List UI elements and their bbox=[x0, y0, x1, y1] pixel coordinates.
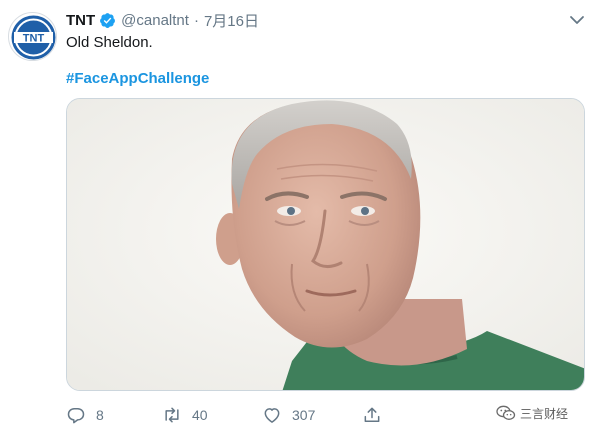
tnt-logo: TNT bbox=[11, 15, 56, 60]
author-handle[interactable]: @canaltnt bbox=[121, 12, 189, 29]
share-icon bbox=[364, 407, 380, 422]
watermark-label: 三言财经 bbox=[520, 406, 569, 421]
hashtag-link[interactable]: #FaceAppChallenge bbox=[66, 70, 209, 87]
tweet-timestamp[interactable]: 7月16日 bbox=[204, 10, 259, 31]
avatar-logo-text: TNT bbox=[23, 33, 45, 45]
like-button[interactable]: 307 bbox=[262, 402, 315, 428]
heart-icon bbox=[264, 408, 280, 423]
portrait-photo bbox=[67, 99, 584, 390]
wechat-icon bbox=[496, 405, 516, 420]
chevron-down-icon[interactable] bbox=[568, 13, 586, 27]
verified-badge-icon bbox=[99, 12, 116, 29]
retweet-count: 40 bbox=[192, 407, 208, 423]
reply-count: 8 bbox=[96, 407, 104, 423]
reply-button[interactable]: 8 bbox=[66, 402, 104, 428]
watermark: 三言财经 bbox=[496, 402, 568, 424]
share-button[interactable] bbox=[362, 402, 392, 428]
avatar[interactable]: TNT bbox=[8, 12, 57, 61]
reply-icon bbox=[67, 408, 85, 424]
tweet-media-image[interactable] bbox=[66, 98, 585, 391]
tweet-actions: 8 40 307 bbox=[66, 402, 446, 428]
tweet-text: Old Sheldon. bbox=[66, 34, 153, 51]
separator-dot: · bbox=[193, 11, 199, 29]
author-name[interactable]: TNT bbox=[66, 12, 95, 29]
retweet-icon bbox=[165, 407, 179, 423]
tweet-header: TNT @canaltnt · 7月16日 bbox=[66, 10, 259, 30]
like-count: 307 bbox=[292, 407, 316, 423]
retweet-button[interactable]: 40 bbox=[162, 402, 208, 428]
